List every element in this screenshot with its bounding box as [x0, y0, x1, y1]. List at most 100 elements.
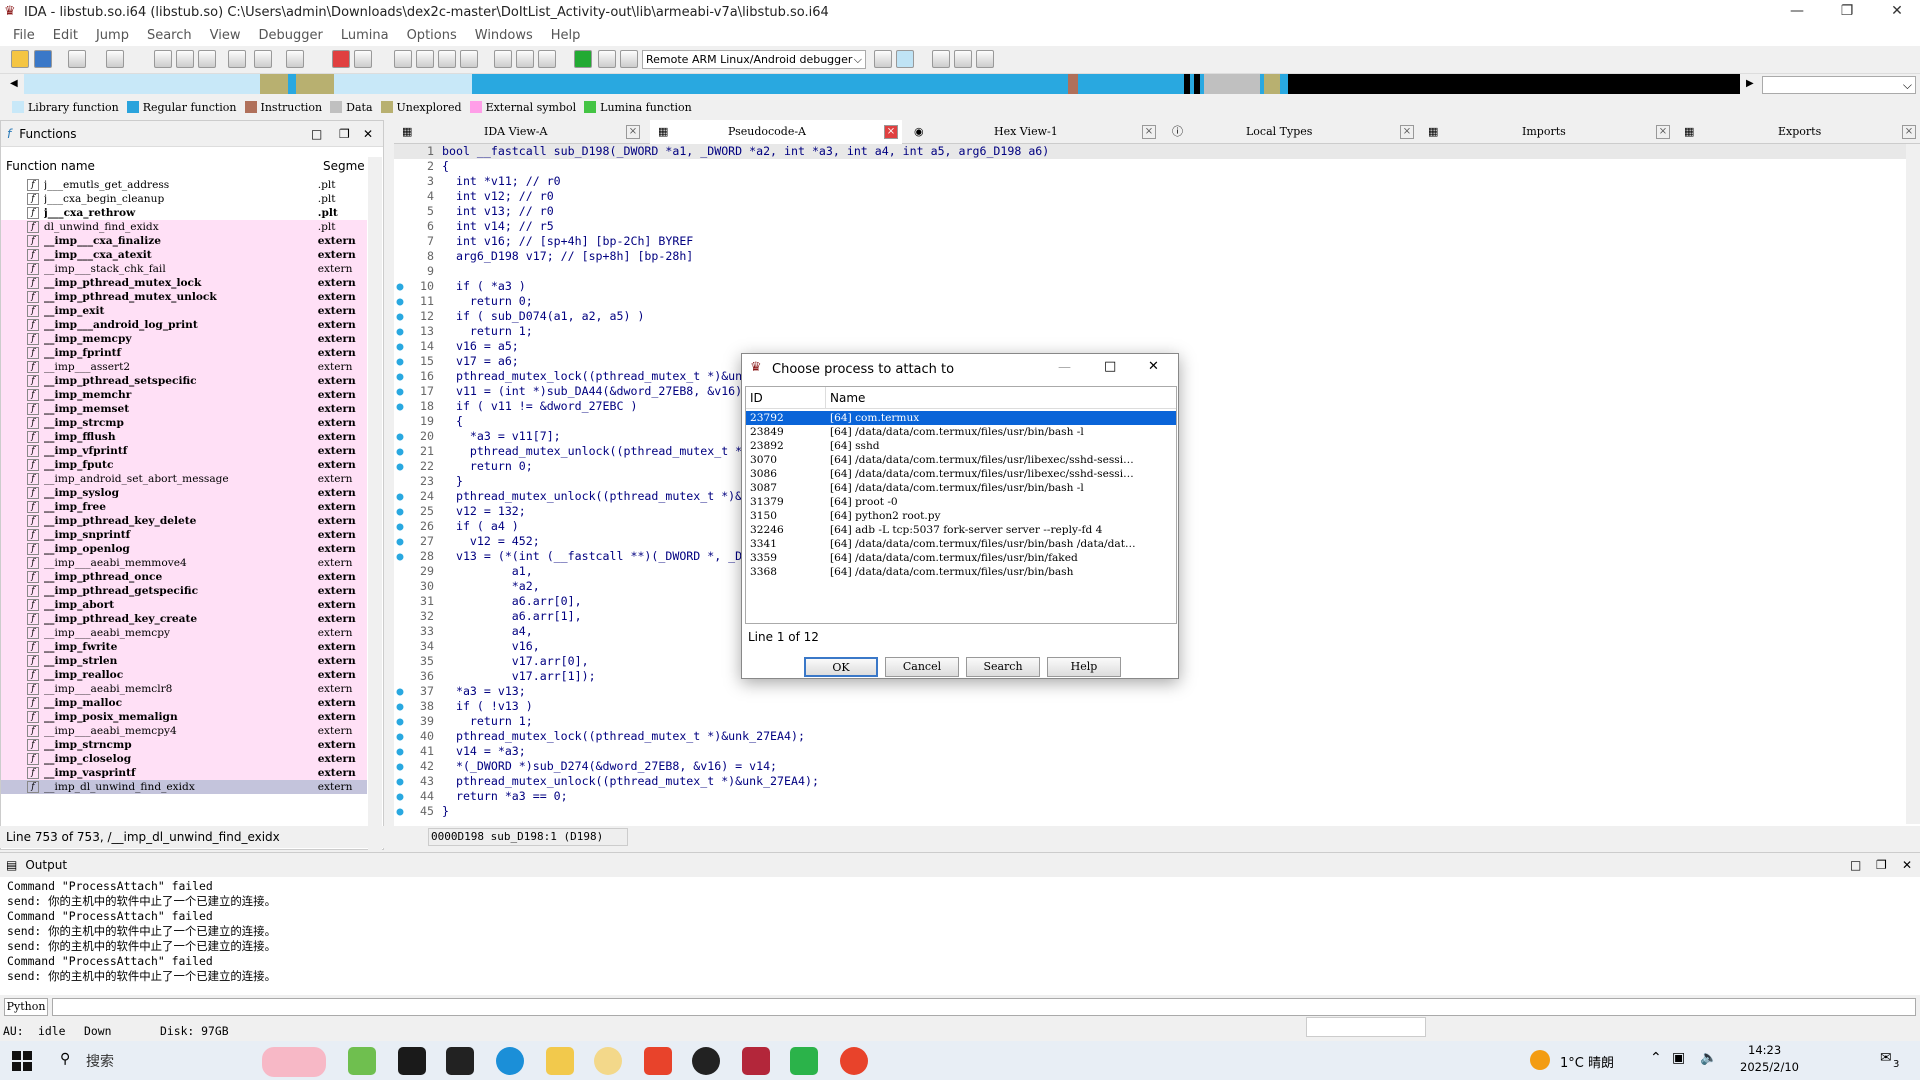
code-line[interactable]: 9: [394, 264, 1920, 279]
column-segment[interactable]: Segme: [323, 155, 365, 177]
tool-icon[interactable]: [198, 50, 216, 68]
function-row[interactable]: f __imp_vasprintf extern: [1, 766, 367, 780]
menu-edit[interactable]: Edit: [53, 28, 78, 43]
functions-scrollbar[interactable]: [368, 157, 382, 927]
function-row[interactable]: f __imp_pthread_getspecific extern: [1, 584, 367, 598]
close-button[interactable]: ✕: [1874, 0, 1920, 24]
save-icon[interactable]: [34, 50, 52, 68]
column-id[interactable]: ID: [746, 387, 826, 409]
breakpoint-dot-icon[interactable]: [394, 144, 406, 159]
function-row[interactable]: f j___cxa_rethrow .plt: [1, 206, 367, 220]
breakpoint-dot-icon[interactable]: ●: [394, 429, 406, 444]
function-row[interactable]: f __imp_snprintf extern: [1, 528, 367, 542]
function-row[interactable]: f __imp_syslog extern: [1, 486, 367, 500]
code-line[interactable]: ● 40 pthread_mutex_lock((pthread_mutex_t …: [394, 729, 1920, 744]
process-row[interactable]: 3359 [64] /data/data/com.termux/files/usr…: [746, 551, 1176, 565]
function-row[interactable]: f __imp___assert2 extern: [1, 360, 367, 374]
tab-local-types[interactable]: ⓘ Local Types ×: [1164, 120, 1418, 144]
function-row[interactable]: f __imp___android_log_print extern: [1, 318, 367, 332]
process-row[interactable]: 3341 [64] /data/data/com.termux/files/usr…: [746, 537, 1176, 551]
breakpoint-dot-icon[interactable]: [394, 639, 406, 654]
code-line[interactable]: ● 42 *(_DWORD *)sub_D274(&dword_27EB8, &v…: [394, 759, 1920, 774]
maximize-button[interactable]: ❐: [1824, 0, 1870, 24]
cancel-button[interactable]: Cancel: [885, 657, 959, 677]
code-line[interactable]: ● 43 pthread_mutex_unlock((pthread_mutex_…: [394, 774, 1920, 789]
breakpoint-dot-icon[interactable]: ●: [394, 789, 406, 804]
wechat-icon[interactable]: [790, 1047, 818, 1075]
tool-icon[interactable]: [460, 50, 478, 68]
tool-icon[interactable]: [516, 50, 534, 68]
tab-close-icon[interactable]: ×: [1142, 125, 1156, 139]
tool-icon[interactable]: [228, 50, 246, 68]
column-function-name[interactable]: Function name: [6, 155, 95, 177]
search-button[interactable]: Search: [966, 657, 1040, 677]
function-row[interactable]: f __imp___cxa_finalize extern: [1, 234, 367, 248]
process-row[interactable]: 31379 [64] proot -0: [746, 495, 1176, 509]
process-row[interactable]: 32246 [64] adb -L tcp:5037 fork-server se…: [746, 523, 1176, 537]
menu-search[interactable]: Search: [147, 28, 192, 43]
qq-icon[interactable]: [692, 1047, 720, 1075]
process-list[interactable]: ID Name 23792 [64] com.termux 23849 [64] /d…: [745, 386, 1177, 624]
search-icon[interactable]: ⚲: [60, 1051, 70, 1067]
function-row[interactable]: f __imp_fputc extern: [1, 458, 367, 472]
breakpoint-dot-icon[interactable]: ●: [394, 489, 406, 504]
clock-time[interactable]: 14:23: [1748, 1043, 1781, 1057]
code-line[interactable]: 6 int v14; // r5: [394, 219, 1920, 234]
process-row[interactable]: 3086 [64] /data/data/com.termux/files/usr…: [746, 467, 1176, 481]
function-row[interactable]: f __imp_strcmp extern: [1, 416, 367, 430]
breakpoint-dot-icon[interactable]: ●: [394, 519, 406, 534]
function-row[interactable]: f j___emutls_get_address .plt: [1, 178, 367, 192]
function-row[interactable]: f __imp_strncmp extern: [1, 738, 367, 752]
breakpoint-dot-icon[interactable]: [394, 669, 406, 684]
chevron-up-icon[interactable]: ⌃: [1650, 1050, 1662, 1066]
breakpoint-dot-icon[interactable]: [394, 219, 406, 234]
python-input[interactable]: [52, 998, 1916, 1016]
process-row[interactable]: 3070 [64] /data/data/com.termux/files/usr…: [746, 453, 1176, 467]
code-line[interactable]: ● 10 if ( *a3 ): [394, 279, 1920, 294]
function-row[interactable]: f j___cxa_begin_cleanup .plt: [1, 192, 367, 206]
breakpoint-dot-icon[interactable]: ●: [394, 354, 406, 369]
tool-icon[interactable]: [176, 50, 194, 68]
breakpoint-dot-icon[interactable]: ●: [394, 369, 406, 384]
debugger-select[interactable]: Remote ARM Linux/Android debugger ⌵: [642, 50, 866, 69]
start-button[interactable]: [12, 1051, 32, 1071]
function-row[interactable]: f dl_unwind_find_exidx .plt: [1, 220, 367, 234]
panel-minimize-icon[interactable]: □: [311, 127, 322, 141]
breakpoint-dot-icon[interactable]: [394, 579, 406, 594]
breakpoint-dot-icon[interactable]: [394, 414, 406, 429]
code-line[interactable]: 4 int v12; // r0: [394, 189, 1920, 204]
function-row[interactable]: f __imp_free extern: [1, 500, 367, 514]
ida-icon[interactable]: [742, 1047, 770, 1075]
stop-icon[interactable]: [620, 50, 638, 68]
tab-close-icon[interactable]: ×: [1656, 125, 1670, 139]
function-row[interactable]: f __imp_android_set_abort_message extern: [1, 472, 367, 486]
navigation-strip[interactable]: [24, 74, 1740, 94]
nav-left-arrow-icon[interactable]: ◀: [10, 78, 18, 89]
code-line[interactable]: ● 39 return 1;: [394, 714, 1920, 729]
start-debug-icon[interactable]: [574, 50, 592, 68]
breakpoint-dot-icon[interactable]: ●: [394, 699, 406, 714]
tab-close-icon[interactable]: ×: [1400, 125, 1414, 139]
code-line[interactable]: ● 45}: [394, 804, 1920, 819]
navigation-band[interactable]: ◀ ▶ ⌵: [0, 74, 1920, 96]
breakpoint-dot-icon[interactable]: [394, 249, 406, 264]
column-name[interactable]: Name: [826, 387, 1176, 409]
notepad-icon[interactable]: [348, 1047, 376, 1075]
nav-right-arrow-icon[interactable]: ▶: [1746, 78, 1754, 89]
function-row[interactable]: f __imp_strlen extern: [1, 654, 367, 668]
process-row[interactable]: 23792 [64] com.termux: [746, 411, 1176, 425]
panel-float-icon[interactable]: ❐: [339, 127, 350, 141]
tool-icon[interactable]: [932, 50, 950, 68]
nav-dropdown[interactable]: ⌵: [1762, 76, 1916, 94]
menu-lumina[interactable]: Lumina: [341, 28, 389, 43]
tab-pseudocode[interactable]: ▦ Pseudocode-A ×: [650, 120, 902, 144]
function-row[interactable]: f __imp_pthread_once extern: [1, 570, 367, 584]
function-row[interactable]: f __imp___aeabi_memcpy extern: [1, 626, 367, 640]
breakpoint-dot-icon[interactable]: [394, 159, 406, 174]
function-row[interactable]: f __imp_pthread_mutex_unlock extern: [1, 290, 367, 304]
function-row[interactable]: f __imp___cxa_atexit extern: [1, 248, 367, 262]
function-row[interactable]: f __imp_pthread_mutex_lock extern: [1, 276, 367, 290]
breakpoint-dot-icon[interactable]: [394, 204, 406, 219]
terminal-icon[interactable]: [446, 1047, 474, 1075]
breakpoint-dot-icon[interactable]: [394, 264, 406, 279]
